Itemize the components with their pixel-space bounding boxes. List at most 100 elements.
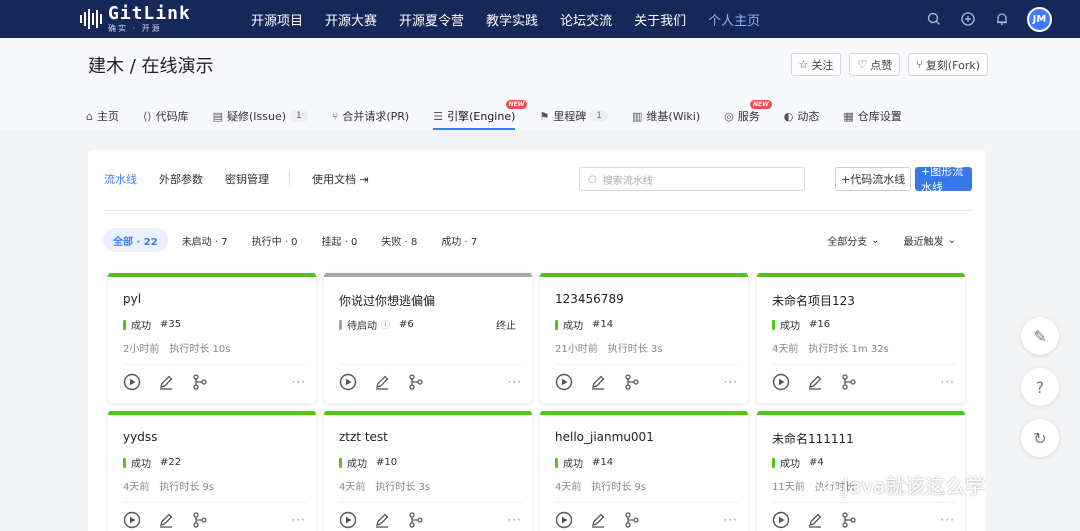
play-icon[interactable] bbox=[772, 373, 806, 391]
filter-all[interactable]: 全部 · 22 bbox=[103, 228, 168, 252]
gitlink-logo[interactable]: GitLink 确实 · 开源 bbox=[80, 3, 220, 35]
edit-icon[interactable] bbox=[806, 511, 840, 529]
stop-button[interactable]: 终止 bbox=[496, 317, 516, 332]
pipeline-card[interactable]: pyl 成功 #35 2小时前 执行时长 10s ··· bbox=[108, 273, 316, 403]
play-icon[interactable] bbox=[339, 511, 373, 529]
tab-milestones[interactable]: ⚑ 里程碑 1 bbox=[539, 102, 608, 130]
more-options-icon[interactable]: ··· bbox=[724, 375, 738, 389]
add-circle-icon[interactable] bbox=[951, 0, 985, 38]
service-icon: ◎ bbox=[724, 109, 734, 123]
pipeline-name[interactable]: yydss bbox=[123, 430, 157, 444]
search-icon[interactable] bbox=[917, 0, 951, 38]
run-number[interactable]: #35 bbox=[160, 319, 181, 330]
nav-competitions[interactable]: 开源大赛 bbox=[314, 10, 388, 29]
nav-personal-home[interactable]: 个人主页 bbox=[697, 10, 771, 29]
bell-icon[interactable] bbox=[985, 0, 1019, 38]
subnav-external-params[interactable]: 外部参数 bbox=[159, 171, 203, 187]
nav-teaching[interactable]: 教学实践 bbox=[475, 10, 549, 29]
pipeline-graph-icon[interactable] bbox=[191, 511, 225, 529]
run-number[interactable]: #22 bbox=[160, 457, 181, 468]
pipeline-name[interactable]: 123456789 bbox=[555, 292, 624, 306]
feedback-icon[interactable]: ✎ bbox=[1021, 317, 1059, 355]
filter-success[interactable]: 成功 · 7 bbox=[431, 228, 487, 252]
pipeline-name[interactable]: 你说过你想逃偏偏 bbox=[339, 292, 435, 309]
play-icon[interactable] bbox=[123, 511, 157, 529]
pipeline-graph-icon[interactable] bbox=[840, 511, 874, 529]
edit-icon[interactable] bbox=[157, 511, 191, 529]
filter-suspended[interactable]: 挂起 · 0 bbox=[312, 228, 368, 252]
tab-home[interactable]: ⌂ 主页 bbox=[86, 102, 119, 130]
fork-button[interactable]: ⑂ 复刻(Fork) bbox=[908, 53, 988, 76]
refresh-icon[interactable]: ↻ bbox=[1021, 419, 1059, 457]
play-icon[interactable] bbox=[123, 373, 157, 391]
edit-icon[interactable] bbox=[373, 511, 407, 529]
tab-wiki[interactable]: ▥ 维基(Wiki) bbox=[632, 102, 700, 130]
run-number[interactable]: #16 bbox=[809, 319, 830, 330]
run-number[interactable]: #4 bbox=[809, 457, 824, 468]
pipeline-card[interactable]: yydss 成功 #22 4天前 执行时长 9s ··· bbox=[108, 411, 316, 531]
nav-about[interactable]: 关于我们 bbox=[623, 10, 697, 29]
run-number[interactable]: #14 bbox=[592, 457, 613, 468]
pipeline-card[interactable]: hello_jianmu001 成功 #14 4天前 执行时长 9s ··· bbox=[540, 411, 748, 531]
play-icon[interactable] bbox=[339, 373, 373, 391]
pipeline-graph-icon[interactable] bbox=[623, 511, 657, 529]
subnav-pipelines[interactable]: 流水线 bbox=[104, 171, 137, 187]
edit-icon[interactable] bbox=[589, 511, 623, 529]
pipeline-search-input[interactable]: ○ 搜索流水线 bbox=[579, 167, 805, 191]
nav-open-projects[interactable]: 开源项目 bbox=[240, 10, 314, 29]
watch-button[interactable]: ☆ 关注 bbox=[790, 53, 842, 76]
nav-forum[interactable]: 论坛交流 bbox=[549, 10, 623, 29]
pipeline-graph-icon[interactable] bbox=[840, 373, 874, 391]
pipeline-name[interactable]: pyl bbox=[123, 292, 141, 306]
pipeline-graph-icon[interactable] bbox=[407, 511, 441, 529]
play-icon[interactable] bbox=[555, 511, 589, 529]
tab-engine[interactable]: ☰ 引擎(Engine) NEW bbox=[433, 100, 528, 130]
tab-pull-requests[interactable]: ⑂ 合并请求(PR) bbox=[332, 102, 409, 130]
tab-settings[interactable]: ▦ 仓库设置 bbox=[843, 102, 901, 130]
tab-activity[interactable]: ◐ 动态 bbox=[784, 102, 820, 130]
edit-icon[interactable] bbox=[806, 373, 840, 391]
pipeline-card[interactable]: ztzt test 成功 #10 4天前 执行时长 3s ··· bbox=[324, 411, 532, 531]
edit-icon[interactable] bbox=[157, 373, 191, 391]
nav-summer-camp[interactable]: 开源夏令营 bbox=[388, 10, 475, 29]
play-icon[interactable] bbox=[555, 373, 589, 391]
run-number[interactable]: #10 bbox=[376, 457, 397, 468]
filter-failed[interactable]: 失败 · 8 bbox=[371, 228, 427, 252]
filter-not-started[interactable]: 未启动 · 7 bbox=[172, 228, 238, 252]
help-icon[interactable]: ? bbox=[1021, 368, 1059, 406]
edit-icon[interactable] bbox=[373, 373, 407, 391]
pipeline-card[interactable]: 你说过你想逃偏偏 待启动 ⓘ #6 终止 ··· bbox=[324, 273, 532, 403]
pipeline-graph-icon[interactable] bbox=[191, 373, 225, 391]
subnav-secrets[interactable]: 密钥管理 bbox=[225, 171, 269, 187]
edit-icon[interactable] bbox=[589, 373, 623, 391]
tab-issues[interactable]: ▤ 疑修(Issue) 1 bbox=[213, 102, 308, 130]
like-button[interactable]: ♡ 点赞 bbox=[849, 53, 901, 76]
pipeline-graph-icon[interactable] bbox=[407, 373, 441, 391]
more-options-icon[interactable]: ··· bbox=[941, 375, 955, 389]
more-options-icon[interactable]: ··· bbox=[724, 513, 738, 527]
more-options-icon[interactable]: ··· bbox=[508, 375, 522, 389]
pipeline-name[interactable]: 未命名项目123 bbox=[772, 292, 855, 309]
run-number[interactable]: #6 bbox=[399, 319, 414, 330]
tab-code[interactable]: ⟨⟩ 代码库 bbox=[143, 102, 189, 130]
play-icon[interactable] bbox=[772, 511, 806, 529]
pipeline-card[interactable]: 123456789 成功 #14 21小时前 执行时长 3s ··· bbox=[540, 273, 748, 403]
run-number[interactable]: #14 bbox=[592, 319, 613, 330]
add-code-pipeline-button[interactable]: +代码流水线 bbox=[835, 167, 912, 191]
more-options-icon[interactable]: ··· bbox=[292, 375, 306, 389]
pipeline-name[interactable]: 未命名111111 bbox=[772, 430, 854, 447]
filter-running[interactable]: 执行中 · 0 bbox=[242, 228, 308, 252]
more-options-icon[interactable]: ··· bbox=[292, 513, 306, 527]
docs-link[interactable]: 使用文档 ⇥ bbox=[312, 171, 369, 187]
tab-services[interactable]: ◎ 服务 NEW bbox=[724, 100, 772, 130]
add-graph-pipeline-button[interactable]: +图形流水线 bbox=[915, 165, 972, 194]
pipeline-name[interactable]: ztzt test bbox=[339, 430, 388, 444]
more-options-icon[interactable]: ··· bbox=[941, 513, 955, 527]
trigger-sort-dropdown[interactable]: 最近触发 ⌄ bbox=[904, 233, 956, 248]
pipeline-graph-icon[interactable] bbox=[623, 373, 657, 391]
more-options-icon[interactable]: ··· bbox=[508, 513, 522, 527]
branch-dropdown[interactable]: 全部分支 ⌄ bbox=[827, 233, 879, 248]
avatar[interactable]: JM bbox=[1027, 6, 1052, 32]
pipeline-name[interactable]: hello_jianmu001 bbox=[555, 430, 654, 444]
pipeline-card[interactable]: 未命名项目123 成功 #16 4天前 执行时长 1m 32s ··· bbox=[757, 273, 965, 403]
